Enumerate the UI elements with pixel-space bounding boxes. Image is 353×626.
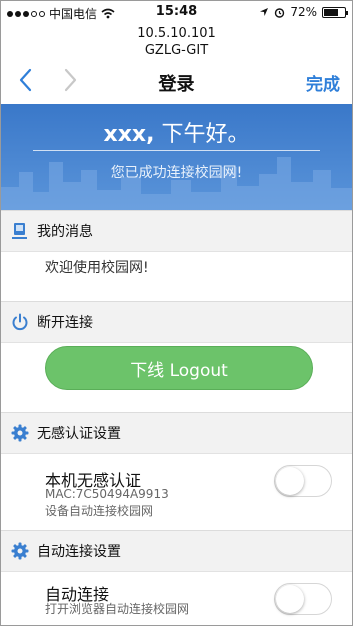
url-host: 10.5.10.101 <box>137 26 216 41</box>
seamless-auth-description: 设备自动连接校园网 <box>45 504 154 518</box>
browser-url: 10.5.10.101 GZLG-GIT <box>1 25 352 59</box>
page-title: 登录 <box>158 74 195 95</box>
location-arrow-icon <box>260 8 269 16</box>
auto-connect-description: 打开浏览器自动连接校园网 <box>45 602 190 616</box>
power-icon <box>12 313 28 331</box>
seamless-auth-toggle[interactable] <box>274 465 332 497</box>
message-icon <box>12 223 27 239</box>
section-label: 自动连接设置 <box>37 544 121 560</box>
section-messages: 我的消息 <box>1 210 352 252</box>
greeting-text: xxx, 下午好。 <box>1 116 352 148</box>
url-ssid: GZLG-GIT <box>144 43 209 58</box>
greeting-phrase: 下午好。 <box>154 122 250 147</box>
logout-button[interactable]: 下线 Logout <box>45 346 313 390</box>
done-button[interactable]: 完成 <box>306 70 340 95</box>
section-seamless-auth: 无感认证设置 <box>1 412 352 454</box>
section-label: 无感认证设置 <box>37 426 121 442</box>
battery-icon <box>322 6 348 18</box>
battery-percent: 72% <box>290 5 317 19</box>
toggle-knob <box>276 467 304 495</box>
gear-icon <box>11 424 29 442</box>
alarm-clock-icon <box>275 7 285 18</box>
screen: 中国电信 15:48 72% 10.5.10.101 GZLG-GIT 登录 完… <box>0 0 353 626</box>
section-label: 我的消息 <box>37 224 93 240</box>
message-content: 欢迎使用校园网! <box>45 260 149 276</box>
battery-level <box>324 8 339 16</box>
section-label: 断开连接 <box>37 315 93 331</box>
status-bar: 中国电信 15:48 72% <box>1 1 352 23</box>
gear-icon <box>11 542 29 560</box>
connection-status: 您已成功连接校园网! <box>110 165 243 181</box>
toggle-knob <box>276 585 304 613</box>
banner-divider <box>33 150 320 151</box>
section-disconnect: 断开连接 <box>1 301 352 343</box>
user-name: xxx, <box>103 122 155 147</box>
section-auto-connect: 自动连接设置 <box>1 530 352 572</box>
auto-connect-toggle[interactable] <box>274 583 332 615</box>
mac-address: MAC:7C50494A9913 <box>45 487 169 501</box>
navigation-bar: 登录 完成 <box>1 63 352 101</box>
greeting-banner: xxx, 下午好。 您已成功连接校园网! <box>1 104 352 212</box>
